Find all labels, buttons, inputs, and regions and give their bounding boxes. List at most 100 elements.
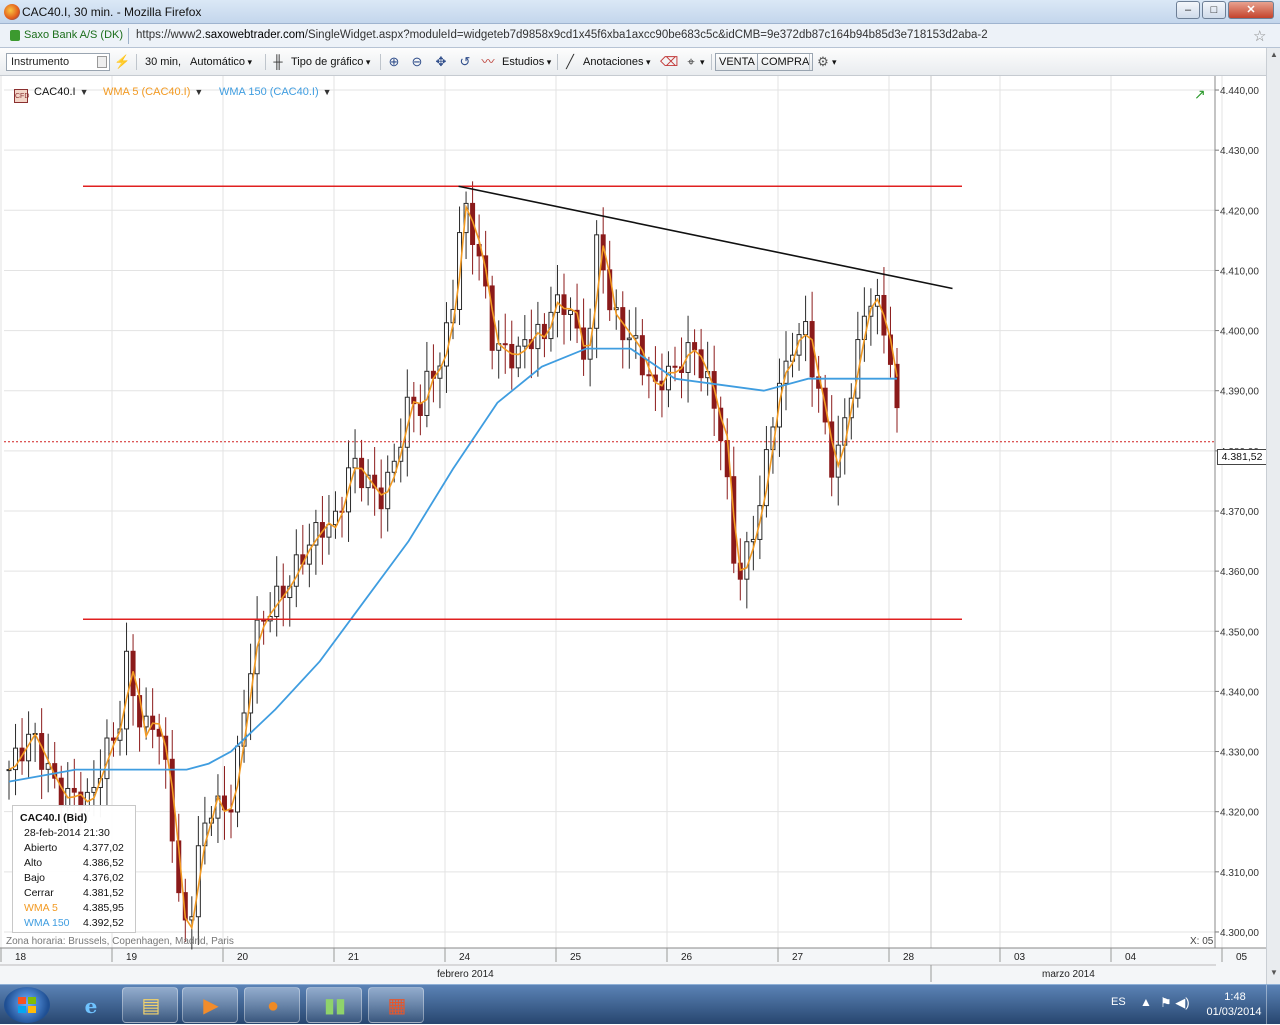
chart-type-select[interactable]: Tipo de gráfico bbox=[291, 53, 370, 71]
chart-app-icon: ▮▮ bbox=[323, 995, 346, 1017]
taskbar-document[interactable]: ▦ bbox=[368, 987, 424, 1023]
settings-dropdown[interactable]: ▾ bbox=[832, 53, 837, 71]
legend-instrument-label: CAC40.I bbox=[34, 86, 76, 98]
chart-compare-icon[interactable]: ⚡ bbox=[114, 54, 130, 70]
legend-wma150-label: WMA 150 (CAC40.I) bbox=[219, 86, 319, 98]
trend-indicator-icon[interactable]: ↗ bbox=[1194, 86, 1206, 103]
interval-select[interactable]: 30 min, bbox=[145, 53, 181, 71]
bookmark-star-icon[interactable]: ☆ bbox=[1253, 27, 1266, 45]
windows-logo-icon bbox=[18, 997, 36, 1013]
trendline bbox=[458, 185, 953, 290]
x-day-label: 20 bbox=[237, 952, 249, 963]
candle-body bbox=[326, 524, 332, 538]
x-day-label: 04 bbox=[1125, 952, 1137, 963]
divider bbox=[380, 54, 381, 70]
instrument-placeholder: Instrumento bbox=[11, 56, 70, 68]
tray-expand-icon[interactable]: ▲ bbox=[1140, 995, 1152, 1009]
clock-time[interactable]: 1:48 bbox=[1210, 991, 1260, 1003]
divider bbox=[136, 54, 137, 70]
info-datetime: 28-feb-2014 21:30 bbox=[24, 827, 110, 839]
taskbar-media[interactable]: ▶ bbox=[182, 987, 238, 1023]
candle-body bbox=[535, 323, 541, 350]
settings-gear-icon[interactable]: ⚙ bbox=[815, 54, 831, 70]
legend-wma150[interactable]: WMA 150 (CAC40.I) ▼ bbox=[219, 86, 332, 98]
candle-body bbox=[803, 321, 809, 336]
info-row-close: Cerrar 4.381,52 bbox=[24, 887, 134, 901]
close-button[interactable]: ✕ bbox=[1228, 1, 1274, 19]
price-chart[interactable]: 4.440,00 4.430,00 4.420,00 4.410,00 4.400,00… bbox=[0, 76, 1266, 984]
cfd-badge-icon: CFD bbox=[14, 89, 29, 103]
instrument-input[interactable]: Instrumento bbox=[6, 53, 110, 71]
candle-body bbox=[646, 374, 652, 377]
chart-area[interactable]: 4.440,00 4.430,00 4.420,00 4.410,00 4.400,00… bbox=[0, 76, 1267, 984]
reset-icon[interactable]: ↺ bbox=[457, 54, 473, 70]
crosshair-move-icon[interactable]: ✥ bbox=[433, 54, 449, 70]
x-month-label: marzo 2014 bbox=[1042, 969, 1095, 980]
start-button[interactable] bbox=[4, 987, 50, 1023]
candle-body bbox=[744, 541, 750, 580]
scroll-down-icon[interactable]: ▼ bbox=[1268, 968, 1280, 980]
window-titlebar: CAC40.I, 30 min. - Mozilla Firefox – □ ✕ bbox=[0, 0, 1280, 24]
candle-body bbox=[58, 777, 64, 808]
y-tick-label: 4.440,00 bbox=[1220, 86, 1259, 97]
lock-icon bbox=[10, 30, 20, 41]
tray-network-volume-icon[interactable]: ⚑ ◀) bbox=[1160, 995, 1190, 1011]
taskbar-explorer[interactable]: ▤ bbox=[122, 987, 178, 1023]
show-desktop-button[interactable] bbox=[1266, 985, 1280, 1025]
info-title: CAC40.I (Bid) bbox=[20, 812, 88, 824]
legend-wma5-label: WMA 5 (CAC40.I) bbox=[103, 86, 191, 98]
candle-body bbox=[228, 809, 234, 813]
buy-button[interactable]: COMPRA bbox=[757, 53, 814, 71]
site-identity[interactable]: Saxo Bank A/S (DK) bbox=[24, 29, 123, 41]
zoom-out-icon[interactable]: ⊖ bbox=[409, 54, 425, 70]
eraser-icon[interactable]: ⌫ bbox=[660, 54, 678, 70]
scale-select[interactable]: Automático bbox=[190, 53, 252, 71]
info-value: 4.376,02 bbox=[83, 872, 124, 884]
candle-body bbox=[110, 737, 116, 741]
taskbar-trading[interactable]: ▮▮ bbox=[306, 987, 362, 1023]
crosshair-icon[interactable]: ⌖ bbox=[683, 54, 699, 70]
annotations-menu[interactable]: Anotaciones bbox=[583, 53, 651, 71]
chart-toolbar: Instrumento ⚡ 30 min, Automático ╫ Tipo … bbox=[0, 48, 1266, 76]
taskbar-ie[interactable]: e bbox=[62, 987, 118, 1023]
url-path: /SingleWidget.aspx?moduleId=widgeteb7d98… bbox=[304, 29, 988, 41]
y-tick-label: 4.410,00 bbox=[1220, 266, 1259, 277]
scroll-up-icon[interactable]: ▲ bbox=[1268, 50, 1280, 62]
info-value: 4.386,52 bbox=[83, 857, 124, 869]
info-value: 4.377,02 bbox=[83, 842, 124, 854]
x-day-label: 19 bbox=[126, 952, 138, 963]
x-day-label: 28 bbox=[903, 952, 915, 963]
y-tick-label: 4.430,00 bbox=[1220, 146, 1259, 157]
candlestick-icon[interactable]: ╫ bbox=[270, 54, 286, 70]
windows-taskbar: e ▤ ▶ ● ▮▮ ▦ ES ▲ ⚑ ◀) 1:48 01/03/2014 bbox=[0, 984, 1280, 1025]
interval-label: 30 min bbox=[145, 56, 179, 68]
taskbar-firefox[interactable]: ● bbox=[244, 987, 300, 1023]
clock-date[interactable]: 01/03/2014 bbox=[1206, 1006, 1262, 1018]
instrument-picker-icon[interactable] bbox=[97, 56, 107, 68]
info-value: 4.381,52 bbox=[83, 887, 124, 899]
maximize-button[interactable]: □ bbox=[1202, 1, 1226, 19]
zoom-in-icon[interactable]: ⊕ bbox=[386, 54, 402, 70]
y-tick-label: 4.370,00 bbox=[1220, 507, 1259, 518]
line-tool-icon[interactable]: ╱ bbox=[562, 54, 578, 70]
x-day-label: 05 bbox=[1236, 952, 1248, 963]
address-bar[interactable]: Saxo Bank A/S (DK) https://www2.saxowebt… bbox=[0, 24, 1280, 48]
crosshair-dropdown[interactable]: ▾ bbox=[700, 53, 705, 71]
firefox-taskbar-icon: ● bbox=[266, 995, 280, 1017]
language-indicator[interactable]: ES bbox=[1111, 996, 1126, 1008]
minimize-button[interactable]: – bbox=[1176, 1, 1200, 19]
x-day-label: 18 bbox=[15, 952, 27, 963]
candle-body bbox=[274, 585, 280, 617]
info-row-low: Bajo 4.376,02 bbox=[24, 872, 134, 886]
x-day-label: 27 bbox=[792, 952, 804, 963]
legend-wma5[interactable]: WMA 5 (CAC40.I) ▼ bbox=[103, 86, 203, 98]
studies-menu[interactable]: Estudios bbox=[502, 53, 551, 71]
studies-icon[interactable]: 〰 bbox=[480, 54, 496, 70]
y-tick-label: 4.360,00 bbox=[1220, 567, 1259, 578]
y-tick-label: 4.320,00 bbox=[1220, 808, 1259, 819]
vertical-scrollbar[interactable]: ▲ ▼ bbox=[1266, 48, 1280, 984]
url-text[interactable]: https://www2.saxowebtrader.com/SingleWid… bbox=[136, 29, 988, 41]
legend-instrument[interactable]: CFD CAC40.I ▼ bbox=[14, 86, 89, 103]
sell-button[interactable]: VENTA bbox=[715, 53, 759, 71]
y-tick-label: 4.310,00 bbox=[1220, 868, 1259, 879]
